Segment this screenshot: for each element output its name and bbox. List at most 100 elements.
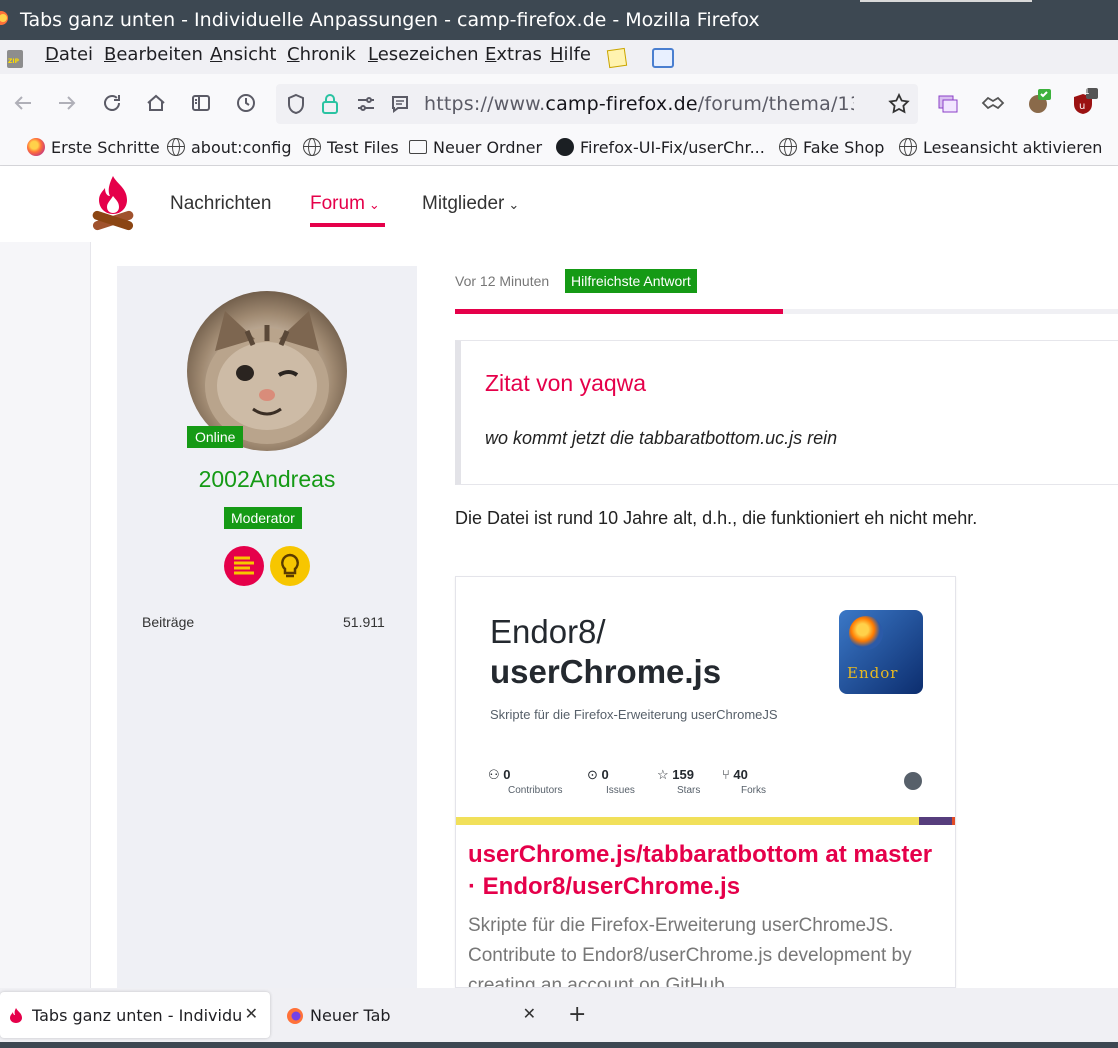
home-icon[interactable] bbox=[145, 92, 167, 114]
quote-block: Zitat von yaqwa wo kommt jetzt die tabba… bbox=[455, 340, 1118, 485]
tab-neuer-tab[interactable]: Neuer Tab ✕ bbox=[278, 992, 548, 1038]
link-card-title[interactable]: userChrome.js/tabbaratbottom at master ·… bbox=[468, 839, 938, 903]
link-preview-card[interactable]: Endor8/ userChrome.js Skripte für die Fi… bbox=[455, 576, 956, 988]
tab-label: Neuer Tab bbox=[310, 1006, 391, 1025]
forward-arrow-icon[interactable] bbox=[56, 92, 78, 114]
menu-bearbeiten[interactable]: Bearbeiten bbox=[104, 44, 203, 65]
menu-extras[interactable]: Extras bbox=[485, 44, 542, 65]
forks-label: Forks bbox=[741, 785, 766, 796]
star-icon: ☆ bbox=[657, 767, 673, 782]
fork-icon: ⑂ bbox=[722, 767, 734, 782]
online-status-badge: Online bbox=[187, 426, 244, 448]
nav-forum[interactable]: Forum ⌄ bbox=[310, 193, 380, 215]
menu-lesezeichen[interactable]: Lesezeichen bbox=[368, 44, 479, 65]
site-header: Nachrichten Forum ⌄ Mitglieder ⌄ bbox=[0, 166, 1118, 242]
bookmark-test-files[interactable]: Test Files bbox=[303, 138, 399, 157]
lock-icon[interactable] bbox=[320, 92, 340, 116]
bookmark-erste-schritte[interactable]: Erste Schritte bbox=[27, 138, 160, 157]
repo-owner: Endor8/ bbox=[490, 613, 606, 650]
contributors-label: Contributors bbox=[508, 785, 563, 796]
issues-icon: ⊙ bbox=[587, 767, 602, 782]
repo-avatar: Endor bbox=[839, 610, 923, 694]
bookmark-firefox-ui-fix[interactable]: Firefox-UI-Fix/userChr... bbox=[556, 138, 765, 157]
reload-icon[interactable] bbox=[101, 92, 123, 114]
zip-icon[interactable] bbox=[7, 50, 23, 68]
repo-description: Skripte für die Firefox-Erweiterung user… bbox=[490, 707, 778, 722]
close-icon[interactable]: ✕ bbox=[245, 1004, 258, 1023]
award-lightbulb-icon[interactable] bbox=[270, 546, 310, 586]
post-progress-fill bbox=[455, 309, 784, 314]
contributors-stat: ⚇ 0 bbox=[488, 767, 511, 782]
contributors-icon: ⚇ bbox=[488, 767, 504, 782]
tab-manager-icon[interactable] bbox=[937, 92, 959, 114]
left-gutter bbox=[0, 242, 91, 988]
close-icon[interactable]: ✕ bbox=[523, 1004, 536, 1023]
bookmark-fake-shop[interactable]: Fake Shop bbox=[779, 138, 884, 157]
bookmark-folder-neuer-ordner[interactable]: Neuer Ordner bbox=[409, 138, 542, 157]
github-icon bbox=[904, 772, 922, 790]
post-body: Die Datei ist rund 10 Jahre alt, d.h., d… bbox=[455, 508, 978, 528]
folder-icon bbox=[409, 140, 427, 154]
post-timestamp[interactable]: Vor 12 Minuten bbox=[455, 273, 549, 289]
forks-stat: ⑂ 40 bbox=[722, 767, 748, 782]
issues-stat: ⊙ 0 bbox=[587, 767, 609, 782]
camp-firefox-logo[interactable] bbox=[90, 174, 136, 236]
issues-label: Issues bbox=[606, 785, 635, 796]
firefox-icon bbox=[287, 1008, 303, 1024]
new-tab-plus-icon[interactable]: + bbox=[568, 1002, 586, 1027]
role-badge: Moderator bbox=[224, 507, 302, 529]
tab-strip: Tabs ganz unten - Individuelle Anpassung… bbox=[0, 988, 1118, 1042]
nav-nachrichten[interactable]: Nachrichten bbox=[170, 193, 271, 215]
menu-hilfe[interactable]: Hilfe bbox=[550, 44, 591, 65]
shield-icon[interactable] bbox=[286, 93, 306, 115]
repo-avatar-text: Endor bbox=[847, 664, 899, 682]
camp-firefox-favicon bbox=[10, 1008, 22, 1023]
permissions-icon[interactable] bbox=[356, 95, 376, 113]
svg-text:u: u bbox=[1079, 101, 1085, 112]
menu-bar: Datei Bearbeiten Ansicht Chronik Lesezei… bbox=[0, 40, 1118, 74]
helpful-answer-badge: Hilfreichste Antwort bbox=[565, 269, 697, 293]
menu-datei[interactable]: Datei bbox=[45, 44, 93, 65]
quote-title[interactable]: Zitat von yaqwa bbox=[485, 370, 646, 397]
chevron-down-icon: ⌄ bbox=[368, 197, 380, 212]
language-bar bbox=[456, 817, 955, 825]
sidebar-icon[interactable] bbox=[190, 92, 212, 114]
tab-label: Tabs ganz unten - Individuelle Anpassung… bbox=[32, 1006, 242, 1025]
bookmark-about-config[interactable]: about:config bbox=[167, 138, 292, 157]
back-arrow-icon[interactable] bbox=[12, 92, 34, 114]
author-username[interactable]: 2002Andreas bbox=[117, 466, 417, 493]
tab-active[interactable]: Tabs ganz unten - Individuelle Anpassung… bbox=[0, 992, 270, 1038]
menu-chronik[interactable]: Chronik bbox=[287, 44, 356, 65]
reader-message-icon[interactable] bbox=[390, 94, 410, 114]
bookmark-star-icon[interactable] bbox=[888, 93, 910, 115]
post-author-sidebar: Online 2002Andreas Moderator Beiträge 51… bbox=[117, 266, 417, 988]
chevron-down-icon: ⌄ bbox=[508, 197, 520, 212]
web-developer-icon[interactable] bbox=[652, 48, 674, 68]
repo-name: userChrome.js bbox=[490, 653, 722, 690]
posts-count-value: 51.911 bbox=[343, 614, 385, 630]
globe-icon bbox=[779, 138, 797, 156]
notepad-icon[interactable] bbox=[606, 47, 628, 69]
stars-stat: ☆ 159 bbox=[657, 767, 694, 782]
github-icon bbox=[556, 138, 574, 156]
language-segment bbox=[919, 817, 952, 825]
bookmark-leseansicht[interactable]: Leseansicht aktivieren bbox=[899, 138, 1102, 157]
globe-icon bbox=[167, 138, 185, 156]
stars-label: Stars bbox=[677, 785, 701, 796]
navigation-toolbar: https://www.camp-firefox.de/forum/thema/… bbox=[0, 74, 1118, 132]
award-posts-icon[interactable] bbox=[224, 546, 264, 586]
bookmarks-toolbar: Erste Schritte about:config Test Files N… bbox=[0, 132, 1118, 166]
cookie-addon-icon[interactable] bbox=[1028, 88, 1052, 114]
menu-ansicht[interactable]: Ansicht bbox=[210, 44, 276, 65]
url-text[interactable]: https://www.camp-firefox.de/forum/thema/… bbox=[424, 93, 854, 115]
nav-mitglieder[interactable]: Mitglieder ⌄ bbox=[422, 193, 519, 215]
ublock-badge-count: 1 bbox=[1084, 87, 1090, 97]
url-bar[interactable]: https://www.camp-firefox.de/forum/thema/… bbox=[276, 84, 918, 124]
post-progress-bar bbox=[455, 309, 1118, 314]
window-search-edge bbox=[860, 0, 1032, 2]
globe-icon bbox=[303, 138, 321, 156]
handshake-icon[interactable] bbox=[981, 94, 1005, 112]
history-icon[interactable] bbox=[235, 92, 257, 114]
window-bottom-border bbox=[0, 1042, 1118, 1048]
window-title: Tabs ganz unten - Individuelle Anpassung… bbox=[20, 9, 760, 31]
